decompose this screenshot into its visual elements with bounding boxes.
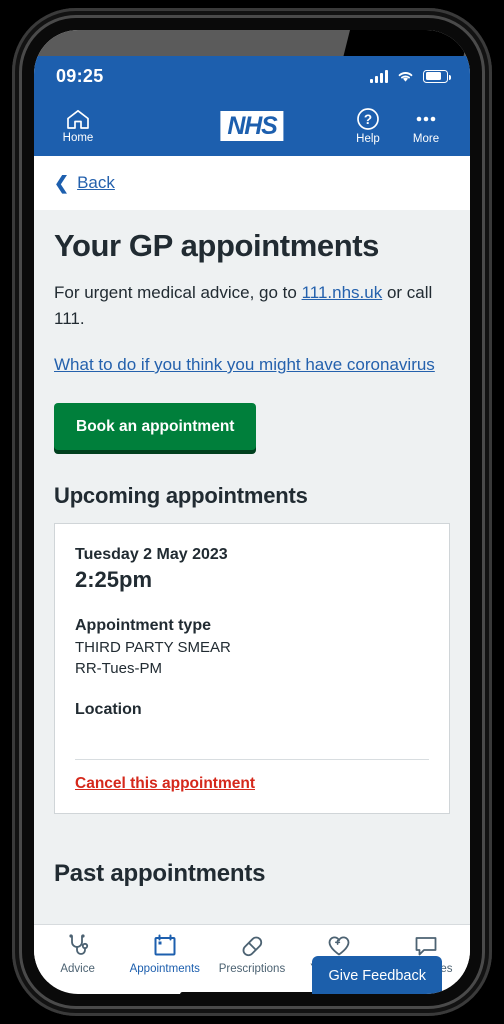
status-bar: 09:25 — [34, 56, 470, 96]
header-help-button[interactable]: ? Help — [342, 107, 394, 145]
appointment-type-value: THIRD PARTY SMEAR — [75, 638, 231, 656]
back-link[interactable]: Back — [77, 173, 115, 193]
status-icons — [370, 69, 451, 83]
coronavirus-link[interactable]: What to do if you think you might have c… — [54, 353, 435, 377]
status-time: 09:25 — [56, 65, 104, 86]
header-home-button[interactable]: Home — [52, 109, 104, 144]
nhs-logo: NHS — [220, 111, 284, 141]
calendar-icon — [154, 934, 176, 955]
cancel-appointment-link[interactable]: Cancel this appointment — [75, 775, 255, 793]
header-more-button[interactable]: More — [400, 107, 452, 145]
appointment-date: Tuesday 2 May 2023 — [75, 545, 228, 563]
svg-text:?: ? — [364, 112, 372, 127]
nav-item-appointments[interactable]: Appointments — [126, 933, 204, 975]
signal-bars-icon — [370, 69, 388, 83]
header-help-label: Help — [356, 133, 380, 145]
urgent-advice-text: For urgent medical advice, go to 111.nhs… — [54, 280, 450, 331]
chevron-left-icon: ❮ — [54, 172, 70, 193]
speech-bubble-icon — [415, 936, 437, 955]
question-circle-icon: ? — [357, 108, 379, 130]
nav-item-advice[interactable]: Advice — [39, 933, 117, 975]
card-divider — [75, 758, 429, 760]
urgent-advice-prefix: For urgent medical advice, go to — [54, 283, 302, 302]
appointment-time: 2:25pm — [75, 566, 153, 592]
location-label: Location — [75, 700, 142, 718]
book-appointment-button[interactable]: Book an appointment — [54, 402, 257, 450]
nhs-logo-text: NHS — [227, 112, 277, 140]
give-feedback-tab[interactable]: Give Feedback — [312, 956, 442, 994]
wifi-icon — [398, 71, 413, 82]
past-appointments-heading: Past appointments — [54, 859, 266, 887]
upcoming-appointments-heading: Upcoming appointments — [54, 482, 308, 508]
ellipsis-icon — [416, 116, 436, 122]
phone-frame: 09:25 Home NHS ? Help More ❮ Back Your G… — [12, 8, 492, 1016]
home-icon — [67, 109, 89, 129]
home-indicator[interactable] — [180, 992, 324, 994]
phone-screen: 09:25 Home NHS ? Help More ❮ Back Your G… — [34, 30, 470, 994]
screen-top-edge — [34, 30, 470, 56]
appointment-card: Tuesday 2 May 2023 2:25pm Appointment ty… — [54, 522, 450, 814]
nav-label-appointments: Appointments — [129, 962, 200, 975]
page-title: Your GP appointments — [54, 228, 379, 263]
nav-item-prescriptions[interactable]: Prescriptions — [213, 933, 291, 975]
main-content: Your GP appointments For urgent medical … — [34, 210, 470, 924]
battery-icon — [423, 69, 451, 83]
stethoscope-icon — [68, 933, 88, 955]
nav-label-prescriptions: Prescriptions — [218, 962, 286, 975]
header-home-label: Home — [62, 131, 94, 144]
nhs111-link[interactable]: 111.nhs.uk — [302, 283, 383, 302]
back-bar: ❮ Back — [34, 156, 470, 210]
appointment-type-label: Appointment type — [75, 616, 211, 634]
header-right-group: ? Help More — [342, 107, 452, 145]
pill-icon — [242, 936, 263, 956]
nav-label-advice: Advice — [60, 962, 95, 975]
heart-plus-icon — [328, 936, 350, 955]
appointment-type-secondary: RR-Tues-PM — [75, 659, 162, 677]
location-block: Location — [75, 701, 429, 743]
app-header: Home NHS ? Help More — [34, 96, 470, 156]
header-more-label: More — [412, 133, 440, 145]
